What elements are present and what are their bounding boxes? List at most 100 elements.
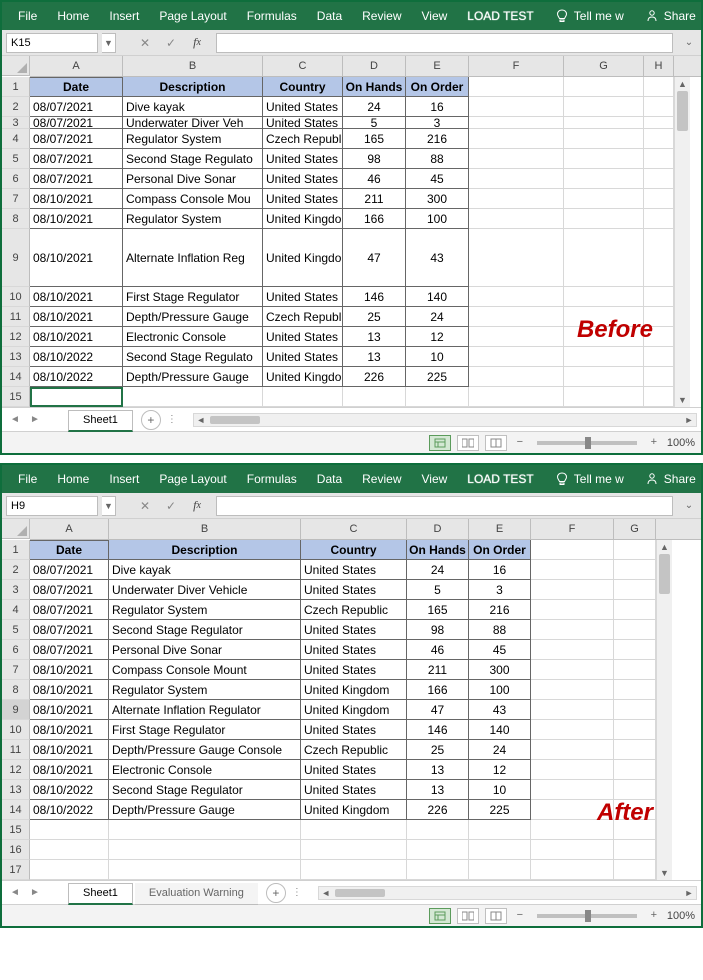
data-cell[interactable]: 46 (407, 640, 469, 660)
row-header-14[interactable]: 14 (2, 800, 30, 820)
row-header-4[interactable]: 4 (2, 129, 30, 149)
empty-cell[interactable] (531, 860, 614, 880)
empty-cell[interactable] (469, 860, 531, 880)
data-cell[interactable]: Second Stage Regulator (109, 620, 301, 640)
empty-cell[interactable] (531, 540, 614, 560)
empty-cell[interactable] (564, 77, 644, 97)
empty-cell[interactable] (469, 820, 531, 840)
zoom-level[interactable]: 100% (667, 910, 695, 922)
data-cell[interactable]: 146 (407, 720, 469, 740)
empty-cell[interactable] (564, 229, 644, 287)
col-header-E[interactable]: E (469, 519, 531, 539)
col-header-G[interactable]: G (564, 56, 644, 76)
row-header-3[interactable]: 3 (2, 580, 30, 600)
data-cell[interactable]: 45 (406, 169, 469, 189)
data-cell[interactable]: 3 (469, 580, 531, 600)
data-cell[interactable]: United States (301, 580, 407, 600)
zoom-out-button[interactable]: − (513, 909, 527, 923)
data-cell[interactable]: United Kingdom (301, 700, 407, 720)
empty-cell[interactable] (614, 700, 656, 720)
data-cell[interactable]: 5 (407, 580, 469, 600)
empty-cell[interactable] (644, 189, 674, 209)
empty-cell[interactable] (564, 287, 644, 307)
empty-cell[interactable] (614, 760, 656, 780)
data-cell[interactable]: 25 (343, 307, 406, 327)
zoom-out-button[interactable]: − (513, 436, 527, 450)
row-header-1[interactable]: 1 (2, 77, 30, 97)
data-cell[interactable]: 08/10/2021 (30, 287, 123, 307)
zoom-level[interactable]: 100% (667, 437, 695, 449)
zoom-in-button[interactable]: + (647, 909, 661, 923)
data-cell[interactable]: Depth/Pressure Gauge Console (109, 740, 301, 760)
data-cell[interactable]: 08/07/2021 (30, 560, 109, 580)
data-cell[interactable]: 13 (343, 347, 406, 367)
data-cell[interactable]: 08/10/2021 (30, 327, 123, 347)
data-cell[interactable]: 24 (406, 307, 469, 327)
col-header-F[interactable]: F (469, 56, 564, 76)
horizontal-scrollbar[interactable]: ◄ ► (193, 413, 697, 427)
table-header-on-order[interactable]: On Order (469, 540, 531, 560)
row-header-11[interactable]: 11 (2, 740, 30, 760)
col-header-B[interactable]: B (109, 519, 301, 539)
data-cell[interactable]: Regulator System (123, 129, 263, 149)
scroll-down-icon[interactable]: ▼ (657, 866, 672, 880)
data-cell[interactable]: United States (301, 620, 407, 640)
col-header-C[interactable]: C (301, 519, 407, 539)
empty-cell[interactable] (469, 347, 564, 367)
cancel-formula-icon[interactable]: ✕ (134, 33, 156, 53)
empty-cell[interactable] (644, 77, 674, 97)
data-cell[interactable]: United Kingdo (263, 209, 343, 229)
data-cell[interactable]: United States (263, 189, 343, 209)
share-button[interactable]: Share (634, 465, 703, 493)
data-cell[interactable]: 25 (407, 740, 469, 760)
empty-cell[interactable] (406, 387, 469, 407)
ribbon-tab-insert[interactable]: Insert (99, 2, 149, 30)
col-header-D[interactable]: D (407, 519, 469, 539)
empty-cell[interactable] (614, 860, 656, 880)
ribbon-tab-file[interactable]: File (8, 2, 47, 30)
empty-cell[interactable] (644, 129, 674, 149)
data-cell[interactable]: 08/10/2021 (30, 680, 109, 700)
col-header-D[interactable]: D (343, 56, 406, 76)
empty-cell[interactable] (531, 780, 614, 800)
data-cell[interactable]: 08/07/2021 (30, 620, 109, 640)
data-cell[interactable]: Dive kayak (123, 97, 263, 117)
empty-cell[interactable] (531, 640, 614, 660)
table-header-description[interactable]: Description (123, 77, 263, 97)
data-cell[interactable]: 100 (406, 209, 469, 229)
empty-cell[interactable] (109, 860, 301, 880)
add-sheet-button[interactable]: + (141, 410, 161, 430)
data-cell[interactable]: 13 (407, 780, 469, 800)
data-cell[interactable]: 225 (406, 367, 469, 387)
data-cell[interactable]: Depth/Pressure Gauge (123, 367, 263, 387)
ribbon-tab-page-layout[interactable]: Page Layout (149, 465, 236, 493)
data-cell[interactable]: United States (301, 660, 407, 680)
ribbon-tab-data[interactable]: Data (307, 2, 352, 30)
data-cell[interactable]: 08/07/2021 (30, 117, 123, 129)
data-cell[interactable]: Personal Dive Sonar (109, 640, 301, 660)
table-header-country[interactable]: Country (263, 77, 343, 97)
empty-cell[interactable] (301, 840, 407, 860)
empty-cell[interactable] (407, 820, 469, 840)
row-header-8[interactable]: 8 (2, 680, 30, 700)
data-cell[interactable]: United States (301, 560, 407, 580)
data-cell[interactable]: Electronic Console (123, 327, 263, 347)
empty-cell[interactable] (644, 169, 674, 189)
data-cell[interactable]: United States (263, 149, 343, 169)
table-header-date[interactable]: Date (30, 540, 109, 560)
formula-bar-input[interactable] (216, 33, 673, 53)
sheet-nav-next-icon[interactable]: ► (26, 410, 44, 430)
data-cell[interactable]: 88 (406, 149, 469, 169)
data-cell[interactable]: 3 (406, 117, 469, 129)
data-cell[interactable]: 46 (343, 169, 406, 189)
empty-cell[interactable] (469, 149, 564, 169)
vertical-scrollbar[interactable]: ▲ ▼ (674, 77, 690, 407)
ribbon-tab-formulas[interactable]: Formulas (237, 465, 307, 493)
empty-cell[interactable] (614, 560, 656, 580)
data-cell[interactable]: Czech Republic (301, 600, 407, 620)
col-header-H[interactable]: H (644, 56, 674, 76)
data-cell[interactable]: Personal Dive Sonar (123, 169, 263, 189)
row-header-7[interactable]: 7 (2, 660, 30, 680)
data-cell[interactable]: United States (263, 97, 343, 117)
select-all-corner[interactable] (2, 519, 30, 539)
